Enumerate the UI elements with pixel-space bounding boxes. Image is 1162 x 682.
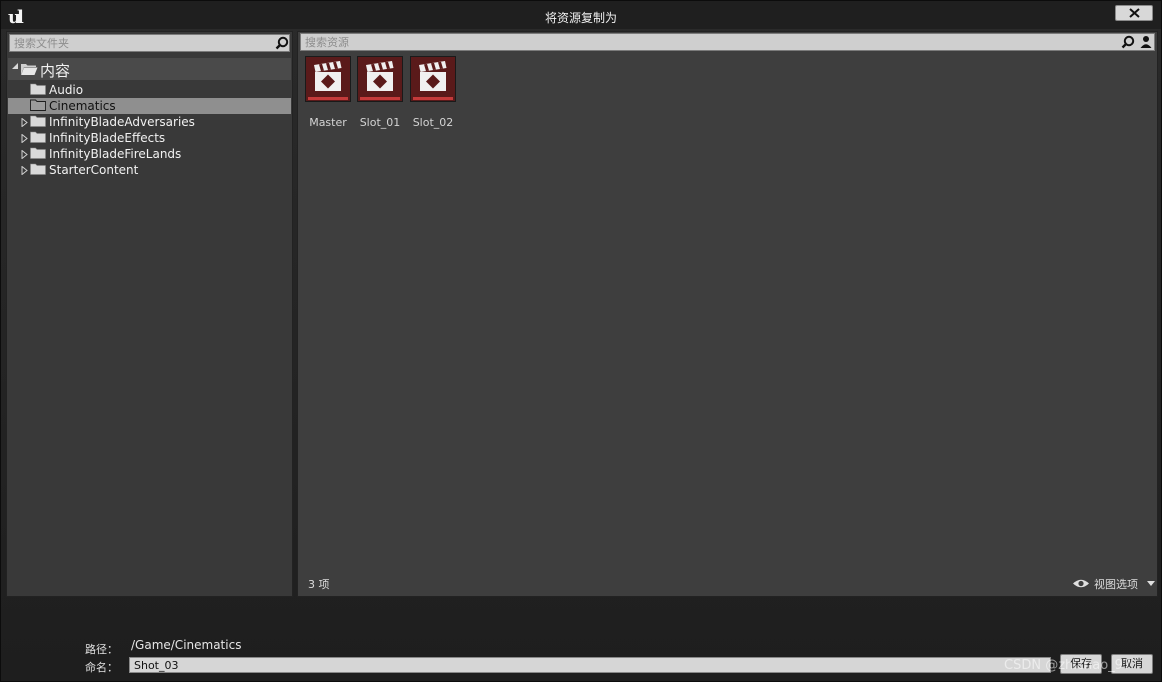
tree-item-label: InfinityBladeFireLands	[49, 147, 182, 161]
tree-item-label: Cinematics	[49, 99, 116, 113]
folder-icon	[30, 163, 46, 175]
collapsed-arrow-icon[interactable]	[21, 150, 28, 159]
folder-icon	[30, 115, 46, 127]
asset-label-master[interactable]: Master	[298, 116, 358, 129]
tree-item-startercontent[interactable]: StarterContent	[8, 162, 291, 178]
clapperboard-icon	[366, 61, 394, 91]
tree-item-label: Audio	[49, 83, 84, 97]
expanded-arrow-icon[interactable]	[11, 62, 19, 70]
tree-item-label: InfinityBladeEffects	[49, 131, 166, 145]
tree-item-infinitybladeeffects[interactable]: InfinityBladeEffects	[8, 130, 291, 146]
view-options-label: 视图选项	[1094, 578, 1138, 591]
tree-item-audio[interactable]: Audio	[8, 82, 291, 98]
folder-icon	[30, 99, 46, 111]
asset-tile-master[interactable]	[305, 56, 351, 102]
folder-icon	[30, 131, 46, 143]
folder-icon	[30, 147, 46, 159]
asset-label-slot-01[interactable]: Slot_01	[350, 116, 410, 129]
folder-panel: 内容 Audio Cinematics	[6, 31, 293, 597]
collapsed-arrow-icon[interactable]	[21, 118, 28, 127]
asset-name-input[interactable]	[130, 658, 1050, 673]
folder-search-input[interactable]	[10, 35, 272, 51]
folder-search-box[interactable]	[9, 34, 290, 52]
item-count: 3 项	[308, 578, 330, 591]
asset-type-bar	[413, 97, 453, 100]
asset-tile-slot-01[interactable]	[357, 56, 403, 102]
user-filter-icon[interactable]	[1139, 35, 1153, 49]
asset-name-field[interactable]	[129, 657, 1051, 673]
collapsed-arrow-icon[interactable]	[21, 134, 28, 143]
tree-item-label: 内容	[40, 62, 71, 80]
tree-item-infinitybladefirelands[interactable]: InfinityBladeFireLands	[8, 146, 291, 162]
open-folder-icon	[21, 64, 38, 75]
view-options-button[interactable]: 视图选项	[1072, 575, 1156, 591]
tree-item-label: StarterContent	[49, 163, 139, 177]
eye-icon	[1073, 579, 1089, 588]
asset-tile-slot-02[interactable]	[410, 56, 456, 102]
asset-panel: Master Slot_01 Slot_02 3 项 视图选项	[297, 31, 1158, 597]
folder-icon	[30, 83, 46, 95]
watermark: CSDN @zhichao_97	[1004, 658, 1132, 673]
path-value: /Game/Cinematics	[131, 638, 242, 652]
search-icon[interactable]	[275, 36, 289, 50]
title-bar[interactable]: u l 将资源复制为	[1, 1, 1161, 29]
chevron-down-icon	[1147, 581, 1155, 586]
save-asset-as-dialog: u l 将资源复制为 搜索文件夹 内容 Audio Cinematics Inf…	[0, 0, 1162, 682]
asset-label-slot-02[interactable]: Slot_02	[403, 116, 463, 129]
asset-type-bar	[308, 97, 348, 100]
asset-search-box[interactable]	[300, 33, 1155, 51]
close-button[interactable]	[1115, 5, 1153, 21]
asset-search-input[interactable]	[301, 34, 1117, 50]
tree-item-content[interactable]: 内容	[8, 58, 291, 80]
window-title: 将资源复制为	[544, 11, 617, 25]
tree-item-cinematics[interactable]: Cinematics	[8, 98, 291, 114]
tree-item-infinitybladeadversaries[interactable]: InfinityBladeAdversaries	[8, 114, 291, 130]
path-label: 路径：	[85, 643, 118, 656]
clapperboard-icon	[419, 61, 447, 91]
tree-item-label: InfinityBladeAdversaries	[49, 115, 195, 129]
asset-type-bar	[360, 97, 400, 100]
collapsed-arrow-icon[interactable]	[21, 166, 28, 175]
search-icon[interactable]	[1121, 35, 1135, 49]
close-icon	[1129, 8, 1140, 18]
clapperboard-icon	[314, 61, 342, 91]
name-label: 命名：	[85, 661, 118, 674]
